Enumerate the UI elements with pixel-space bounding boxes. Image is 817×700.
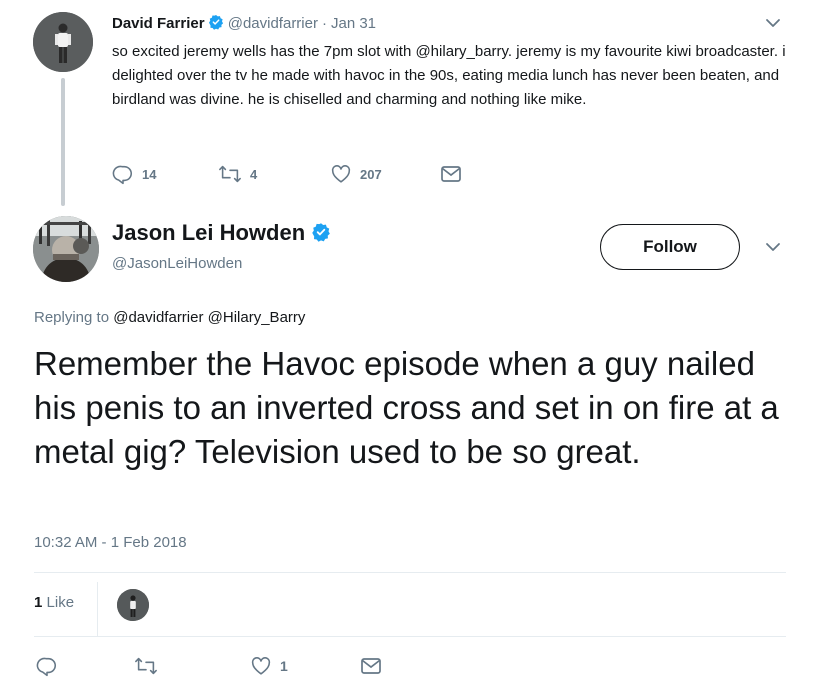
verified-badge-icon [311,222,331,248]
reply-icon [36,655,58,677]
direct-message-button[interactable] [440,162,462,186]
retweet-button[interactable] [134,652,158,680]
separator-dot: · [321,15,327,32]
envelope-icon [440,164,462,184]
author-handle[interactable]: @davidfarrier [228,15,318,32]
tweet-timestamp[interactable]: 10:32 AM - 1 Feb 2018 [34,533,187,553]
tweet-text: so excited jeremy wells has the 7pm slot… [112,43,786,108]
replying-to: Replying to @davidfarrier @Hilary_Barry [34,308,305,328]
avatar-photo-icon [33,216,99,282]
avatar[interactable] [33,216,99,282]
heart-icon [330,163,352,185]
author-name[interactable]: Jason Lei Howden [112,220,331,248]
divider [34,636,786,637]
like-button[interactable]: 1 [250,652,288,680]
author-handle[interactable]: @JasonLeiHowden [112,254,242,274]
chevron-down-icon[interactable] [764,14,782,37]
likes-stat-count: 1 [34,594,43,611]
divider [97,582,98,636]
retweet-icon [218,163,242,185]
heart-icon [250,655,272,677]
reply-button[interactable] [36,652,58,680]
retweet-button[interactable]: 4 [218,162,257,186]
like-count: 207 [360,166,382,182]
author-name[interactable]: David Farrier [112,15,205,32]
mention-link[interactable]: @davidfarrier [113,309,203,326]
avatar[interactable] [33,12,93,72]
reply-icon [112,163,134,185]
thread-connector-line [61,78,65,206]
liker-avatar[interactable] [117,589,149,621]
reply-count: 14 [142,166,157,182]
tweet-text: Remember the Havoc episode when a guy na… [34,345,779,470]
divider [34,572,786,573]
author-name-text: Jason Lei Howden [112,220,306,245]
follow-button[interactable]: Follow [600,224,740,270]
likes-stat[interactable]: 1 Like [34,594,74,611]
chevron-down-icon[interactable] [764,238,782,261]
parent-tweet[interactable]: David Farrier @davidfarrier · Jan 31 so ex… [0,0,817,210]
likes-stat-label: Like [46,594,75,611]
replying-prefix: Replying to [34,309,110,326]
avatar-person-icon [33,12,93,72]
mention-link[interactable]: @Hilary_Barry [208,309,306,326]
reply-button[interactable]: 14 [112,162,156,186]
envelope-icon [360,656,382,676]
tweet-date[interactable]: Jan 31 [331,15,376,32]
direct-message-button[interactable] [360,652,382,680]
avatar-person-icon [117,589,149,621]
parent-tweet-header: David Farrier @davidfarrier · Jan 31 [112,14,376,36]
retweet-icon [134,655,158,677]
retweet-count: 4 [250,166,258,182]
like-button[interactable]: 207 [330,162,382,186]
like-count: 1 [280,658,288,674]
verified-badge-icon [208,14,224,36]
